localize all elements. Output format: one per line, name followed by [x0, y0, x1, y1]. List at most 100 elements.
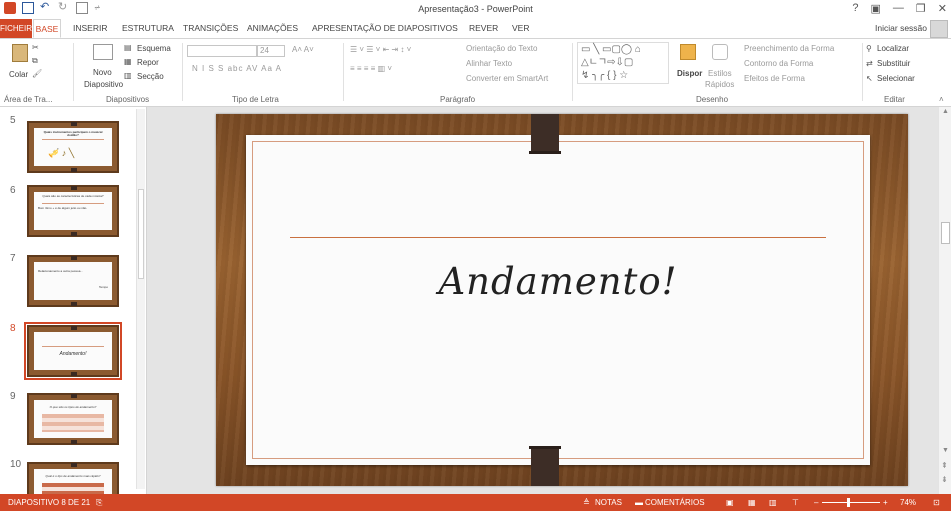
thumbnail-body: Tempo — [98, 285, 108, 289]
group-label-drawing: Desenho — [696, 95, 729, 104]
spellcheck-icon[interactable]: ⎘ — [96, 498, 102, 508]
slide-thumbnail[interactable]: Qual é o tipo de andamento mais rápido? — [27, 462, 119, 494]
slide-thumbnail[interactable]: Quais instrumentos participam o musical … — [27, 121, 119, 173]
notes-button[interactable]: NOTAS — [595, 498, 622, 507]
arrange-icon[interactable] — [680, 44, 696, 60]
layout-icon: ▤ — [124, 43, 132, 52]
find-button[interactable]: Localizar — [877, 44, 909, 53]
next-slide-icon[interactable]: ⇟ — [941, 475, 948, 484]
binder-clip-bottom — [529, 446, 561, 486]
section-button[interactable]: Secção — [137, 72, 164, 81]
shape-outline-button[interactable]: Contorno da Forma — [744, 59, 813, 68]
status-bar: DIAPOSITIVO 8 DE 21 ⎘ ≜ NOTAS ▬ COMENTÁR… — [0, 494, 951, 511]
align-icons[interactable]: ≡ ≡ ≡ ≡ ▥ ˅ — [350, 64, 392, 73]
scroll-down-icon[interactable]: ▼ — [942, 447, 949, 454]
shapes-gallery[interactable]: ▭ ╲ ▭▢◯ ⌂ △ㄴㄱ⇨⇩▢ ↯ ╮╭ { } ☆ — [577, 42, 669, 84]
paste-button[interactable]: Colar — [9, 70, 28, 79]
group-label-paragraph: Parágrafo — [440, 95, 476, 104]
tab-apresentacao[interactable]: APRESENTAÇÃO DE DIAPOSITIVOS — [312, 23, 458, 33]
quick-styles-button[interactable]: Rápidos — [705, 80, 734, 89]
tab-animacoes[interactable]: ANIMAÇÕES — [247, 23, 298, 33]
close-button[interactable]: ✕ — [938, 2, 947, 15]
sign-in-link[interactable]: Iniciar sessão — [875, 23, 927, 33]
thumbnail-body: Bom ritmo + é de algum jeito ou não. — [38, 206, 88, 210]
new-slide-button[interactable]: Diapositivo — [84, 80, 123, 89]
new-slide-label[interactable]: Novo — [93, 68, 112, 77]
thumbnail-title: Andamento! — [59, 351, 87, 357]
editor-scrollbar[interactable]: ▲ ▼ ⇞ ⇟ — [938, 107, 951, 494]
scroll-up-icon[interactable]: ▲ — [942, 108, 949, 115]
slide-number: 5 — [10, 115, 16, 126]
thumbnail-scrollbar[interactable] — [136, 109, 145, 489]
slide-title[interactable]: Andamento! — [246, 260, 870, 303]
find-icon: ⚲ — [866, 44, 872, 53]
convert-smartart-button[interactable]: Converter em SmartArt — [466, 74, 548, 83]
copy-icon[interactable]: ⧉ — [32, 56, 38, 66]
thumbnail-scroll-thumb[interactable] — [138, 189, 144, 279]
thumbnail-table — [42, 483, 104, 494]
bullets-icon[interactable]: ☰ ˅ ☰ ˅ ⇤ ⇥ ↕ ˅ — [350, 45, 411, 54]
slide-number: 7 — [10, 253, 16, 264]
tab-base[interactable]: BASE — [33, 19, 61, 38]
zoom-slider-thumb[interactable] — [847, 498, 850, 507]
slide-counter: DIAPOSITIVO 8 DE 21 — [8, 498, 91, 507]
select-button[interactable]: Selecionar — [877, 74, 915, 83]
layout-button[interactable]: Esquema — [137, 44, 171, 53]
grow-font-icon[interactable]: A˄ A˅ — [292, 45, 314, 54]
zoom-in-icon[interactable]: + — [883, 498, 888, 507]
ribbon-display-options-icon[interactable]: ▣ — [871, 2, 881, 15]
font-family-input[interactable] — [187, 45, 257, 57]
font-format-buttons[interactable]: N I S S abc AV Aa A — [192, 64, 282, 73]
current-slide[interactable]: Andamento! — [216, 114, 908, 486]
reading-view-icon[interactable]: ▥ — [769, 498, 777, 507]
arrange-button[interactable]: Dispor — [677, 69, 702, 78]
slide-sorter-icon[interactable]: ▦ — [748, 498, 756, 507]
tab-estrutura[interactable]: ESTRUTURA — [122, 23, 174, 33]
tab-file[interactable]: FICHEIRO — [0, 19, 38, 38]
format-painter-icon[interactable]: 🖌 — [32, 69, 42, 78]
slide-thumbnail[interactable]: Relacionamento a outra pessoa... Tempo — [27, 255, 119, 307]
previous-slide-icon[interactable]: ⇞ — [941, 461, 948, 470]
slide-number: 9 — [10, 391, 16, 402]
reset-button[interactable]: Repor — [137, 58, 159, 67]
fit-slide-icon[interactable]: ⊡ — [933, 498, 940, 507]
minimize-button[interactable]: — — [893, 2, 904, 15]
tab-rever[interactable]: REVER — [469, 23, 498, 33]
tab-transicoes[interactable]: TRANSIÇÕES — [183, 23, 238, 33]
slideshow-icon[interactable]: ⊤ — [792, 498, 799, 507]
window-title: Apresentação3 - PowerPoint — [418, 4, 533, 14]
slide-thumbnail[interactable]: Quais são as características de cada mús… — [27, 185, 119, 237]
text-direction-button[interactable]: Orientação do Texto — [466, 44, 537, 53]
replace-button[interactable]: Substituir — [877, 59, 910, 68]
comments-button[interactable]: COMENTÁRIOS — [645, 498, 705, 507]
zoom-out-icon[interactable]: – — [814, 498, 818, 507]
ribbon: Colar ✂ ⧉ 🖌 Área de Tra... Novo Diaposit… — [0, 38, 951, 107]
slide-thumbnail-selected[interactable]: Andamento! — [24, 322, 122, 380]
shape-effects-button[interactable]: Efeitos de Forma — [744, 74, 805, 83]
tab-inserir[interactable]: INSERIR — [73, 23, 107, 33]
slide-thumbnail[interactable]: O que são os tipos de andamento? — [27, 393, 119, 445]
tab-ver[interactable]: VER — [512, 23, 529, 33]
align-text-button[interactable]: Alinhar Texto — [466, 59, 512, 68]
zoom-slider[interactable] — [822, 502, 880, 503]
help-icon[interactable]: ? — [852, 2, 858, 15]
collapse-ribbon-icon[interactable]: ˄ — [939, 95, 944, 104]
font-size-input[interactable]: 24 — [257, 45, 285, 57]
avatar[interactable] — [930, 20, 948, 38]
cut-icon[interactable]: ✂ — [32, 43, 39, 52]
group-label-slides: Diapositivos — [106, 95, 150, 104]
new-slide-icon[interactable] — [93, 44, 113, 60]
title-rule — [290, 237, 826, 238]
editor-scroll-thumb[interactable] — [941, 222, 950, 244]
quick-styles-icon[interactable] — [712, 44, 728, 60]
zoom-level[interactable]: 74% — [900, 498, 916, 507]
paste-icon[interactable] — [12, 44, 28, 62]
quick-styles-label[interactable]: Estilos — [708, 69, 732, 78]
shape-fill-button[interactable]: Preenchimento da Forma — [744, 44, 834, 53]
binder-clip-top — [529, 114, 561, 154]
thumbnail-title: Relacionamento a outra pessoa... — [38, 269, 83, 273]
thumbnail-title: O que são os tipos de andamento? — [49, 405, 97, 409]
slide-paper: Andamento! — [246, 135, 870, 465]
normal-view-icon[interactable]: ▣ — [726, 498, 734, 507]
restore-button[interactable]: ❐ — [916, 2, 926, 15]
